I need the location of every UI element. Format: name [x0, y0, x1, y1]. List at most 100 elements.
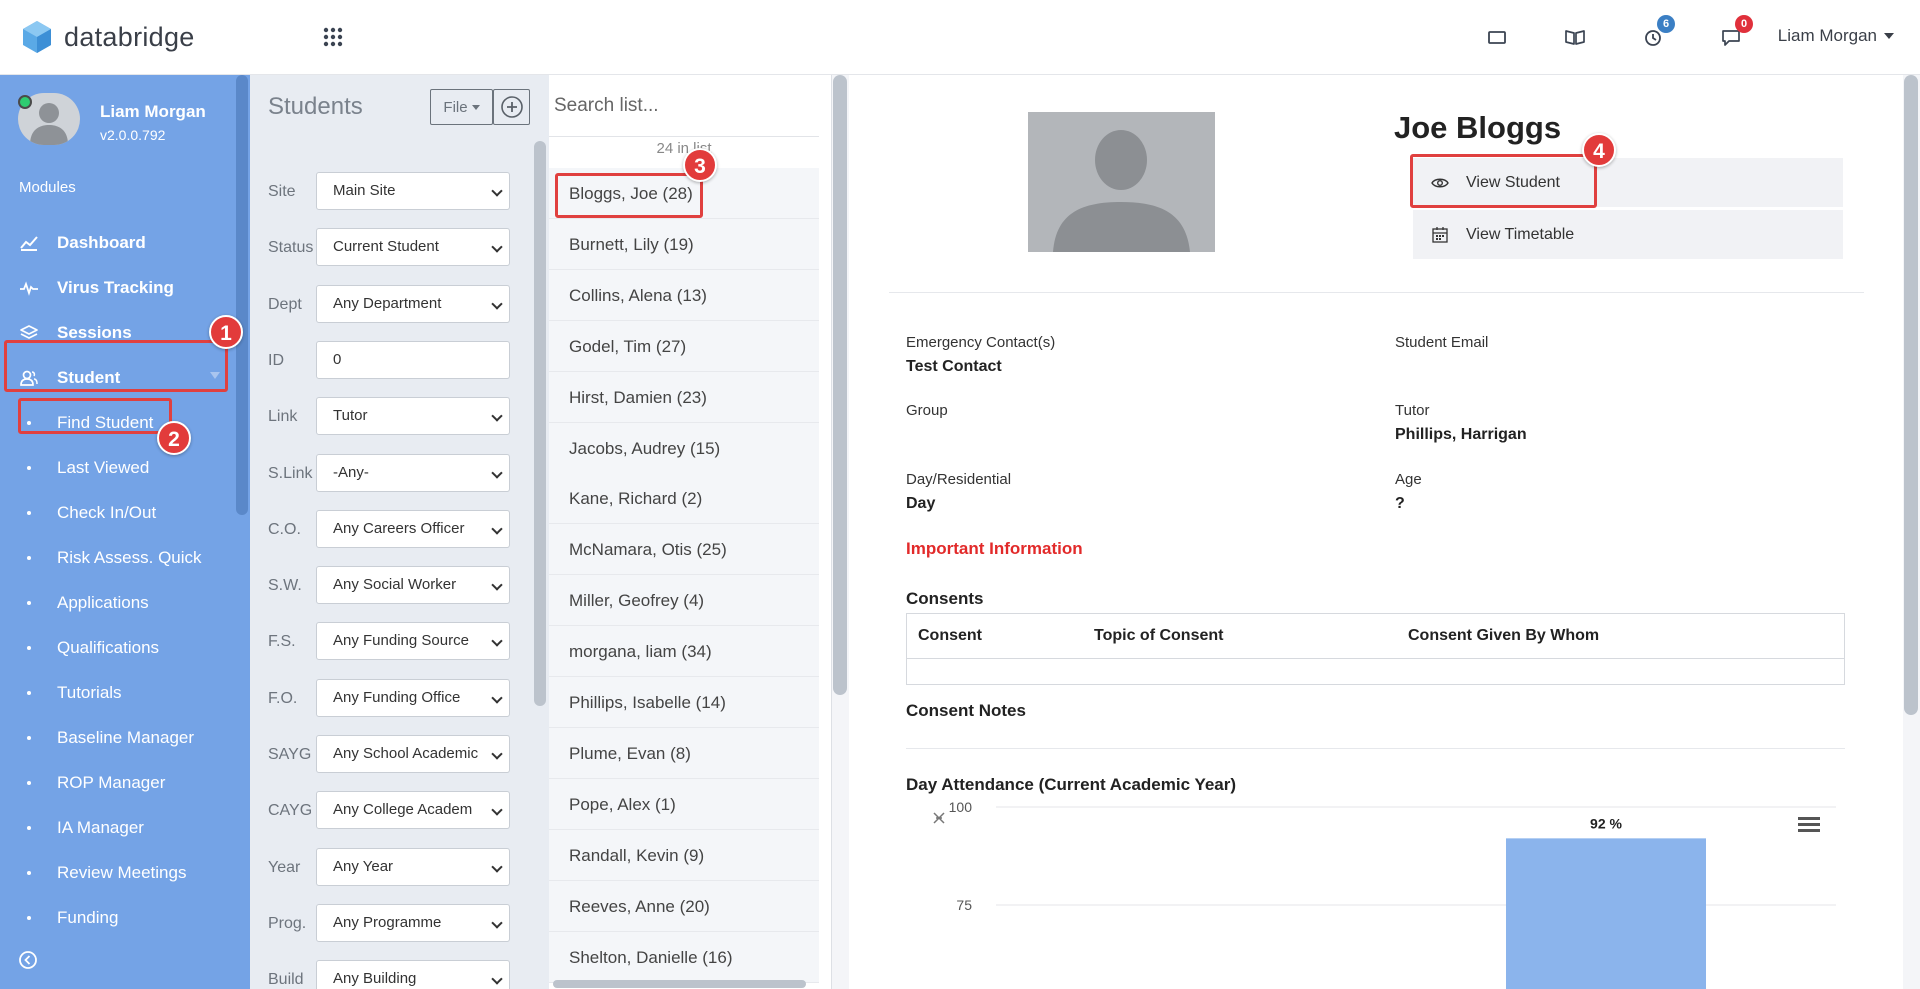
filter-select[interactable]: Any Year [316, 847, 510, 886]
eye-icon [1431, 174, 1449, 192]
list-item[interactable]: Miller, Geofrey (4) [549, 575, 819, 627]
filter-select[interactable]: Current Student [316, 228, 510, 267]
file-menu-button[interactable]: File [430, 89, 493, 125]
sidebar-item-dashboard[interactable]: Dashboard [0, 220, 238, 265]
filter-select[interactable]: -Any- [316, 453, 510, 492]
filter-value: Any Programme [333, 913, 442, 931]
view-timetable-button[interactable]: View Timetable [1413, 210, 1843, 259]
filter-select[interactable]: Any Building [316, 960, 510, 989]
list-scrollbar[interactable] [833, 75, 847, 695]
user-menu[interactable]: Liam Morgan [1778, 26, 1894, 46]
filter-select[interactable]: Tutor [316, 397, 510, 436]
list-item[interactable]: Collins, Alena (13) [549, 269, 819, 321]
filter-label: Year [268, 858, 301, 876]
filter-select[interactable]: Any Department [316, 284, 510, 323]
filter-select[interactable]: Any Social Worker [316, 566, 510, 605]
day-residential-label: Day/Residential [906, 471, 1012, 488]
list-item[interactable]: Godel, Tim (27) [549, 320, 819, 372]
sidebar-item-label: Qualifications [57, 637, 160, 657]
list-item[interactable]: morgana, liam (34) [549, 626, 819, 678]
sidebar-item-label: Sessions [57, 322, 132, 342]
sidebar-item-student[interactable]: Student [0, 355, 238, 400]
filter-select[interactable]: Any Funding Source [316, 622, 510, 661]
list-item[interactable]: Shelton, Danielle (16) [549, 931, 819, 983]
sidebar-item-label: Review Meetings [57, 862, 187, 882]
bullet-icon [19, 871, 39, 875]
list-item[interactable]: McNamara, Otis (25) [549, 524, 819, 576]
sidebar-item-find-student[interactable]: Find Student [0, 400, 238, 445]
list-item[interactable]: Reeves, Anne (20) [549, 880, 819, 932]
filter-select[interactable]: Any College Academ [316, 791, 510, 830]
filter-scrollbar[interactable] [534, 141, 546, 706]
list-item[interactable]: Hirst, Damien (23) [549, 371, 819, 423]
sidebar-item-funding[interactable]: Funding [0, 895, 238, 940]
filter-value: Any Careers Officer [333, 519, 465, 537]
filter-label: S.Link [268, 464, 313, 482]
bar[interactable] [1506, 838, 1706, 989]
reset-zoom-icon[interactable] [933, 812, 945, 824]
filter-value: Tutor [333, 407, 368, 425]
student-detail-panel: Joe Bloggs View Student View Timetable E… [849, 75, 1903, 989]
bullet-icon [19, 421, 39, 425]
filter-label: S.W. [268, 577, 302, 595]
book-icon[interactable] [1562, 24, 1588, 50]
apps-grid-icon[interactable] [322, 26, 344, 48]
chevron-down-icon [491, 973, 503, 985]
view-student-button[interactable]: View Student [1413, 158, 1843, 207]
filter-select[interactable]: Any Careers Officer [316, 509, 510, 548]
annotation-marker-1: 1 [209, 315, 243, 349]
detail-scrollbar[interactable] [1904, 75, 1918, 715]
collapse-sidebar-icon[interactable] [18, 950, 38, 970]
sidebar-item-ia-manager[interactable]: IA Manager [0, 805, 238, 850]
brand[interactable]: databridge [22, 20, 195, 54]
filter-select[interactable]: Any School Academic [316, 735, 510, 773]
sidebar-item-last-viewed[interactable]: Last Viewed [0, 445, 238, 490]
pulse-icon [19, 278, 39, 298]
list-item[interactable]: Phillips, Isabelle (14) [549, 677, 819, 728]
student-list-panel: 24 in list Bloggs, Joe (28)Burnett, Lily… [549, 75, 832, 989]
sidebar-item-qualifications[interactable]: Qualifications [0, 625, 238, 670]
chart-title: Day Attendance (Current Academic Year) [906, 775, 1237, 794]
sidebar-item-label: Find Student [57, 412, 154, 432]
student-photo [1028, 112, 1215, 252]
chat-icon[interactable]: 0 [1718, 15, 1753, 50]
list-item[interactable]: Plume, Evan (8) [549, 727, 819, 779]
clock-icon[interactable]: 6 [1640, 15, 1675, 50]
chevron-down-icon [491, 410, 503, 422]
id-input[interactable]: 0 [316, 340, 510, 379]
sidebar-item-risk-assess[interactable]: Risk Assess. Quick [0, 535, 238, 580]
filter-select[interactable]: Any Funding Office [316, 678, 510, 717]
tablet-icon[interactable] [1484, 24, 1510, 50]
chevron-down-icon [491, 466, 503, 479]
day-residential-value: Day [906, 495, 936, 512]
users-icon [19, 368, 39, 388]
list-item[interactable]: Kane, Richard (2) [549, 473, 819, 525]
filter-select[interactable]: Main Site [316, 172, 510, 210]
filter-select[interactable]: Any Programme [316, 903, 510, 942]
sidebar-item-baseline-manager[interactable]: Baseline Manager [0, 715, 238, 760]
chevron-down-icon [491, 748, 503, 760]
search-list-input[interactable] [549, 75, 819, 137]
sidebar-item-label: Funding [57, 907, 119, 927]
sidebar-scrollbar[interactable] [236, 75, 248, 515]
filter-value: Any Social Worker [333, 576, 457, 594]
bullet-icon [19, 781, 39, 785]
sidebar-item-sessions[interactable]: Sessions [0, 310, 238, 355]
list-item[interactable]: Pope, Alex (1) [549, 778, 819, 830]
sidebar-item-tutorials[interactable]: Tutorials [0, 670, 238, 715]
list-item[interactable]: Randall, Kevin (9) [549, 829, 819, 881]
list-item[interactable]: Bloggs, Joe (28) [549, 168, 819, 219]
sidebar-item-review-meetings[interactable]: Review Meetings [0, 850, 238, 895]
list-item[interactable]: Jacobs, Audrey (15) [549, 422, 819, 474]
chart-menu-icon[interactable] [1798, 817, 1820, 832]
sidebar-item-rop-manager[interactable]: ROP Manager [0, 760, 238, 805]
add-button[interactable] [493, 89, 530, 125]
sidebar-item-virus-tracking[interactable]: Virus Tracking [0, 265, 238, 310]
layers-icon [19, 323, 39, 343]
bullet-icon [19, 691, 39, 695]
list-horizontal-scrollbar[interactable] [553, 980, 806, 988]
list-item[interactable]: Burnett, Lily (19) [549, 218, 819, 270]
tutor-value: Phillips, Harrigan [1395, 426, 1527, 443]
sidebar-item-check-in-out[interactable]: Check In/Out [0, 490, 238, 535]
sidebar-item-applications[interactable]: Applications [0, 580, 238, 625]
